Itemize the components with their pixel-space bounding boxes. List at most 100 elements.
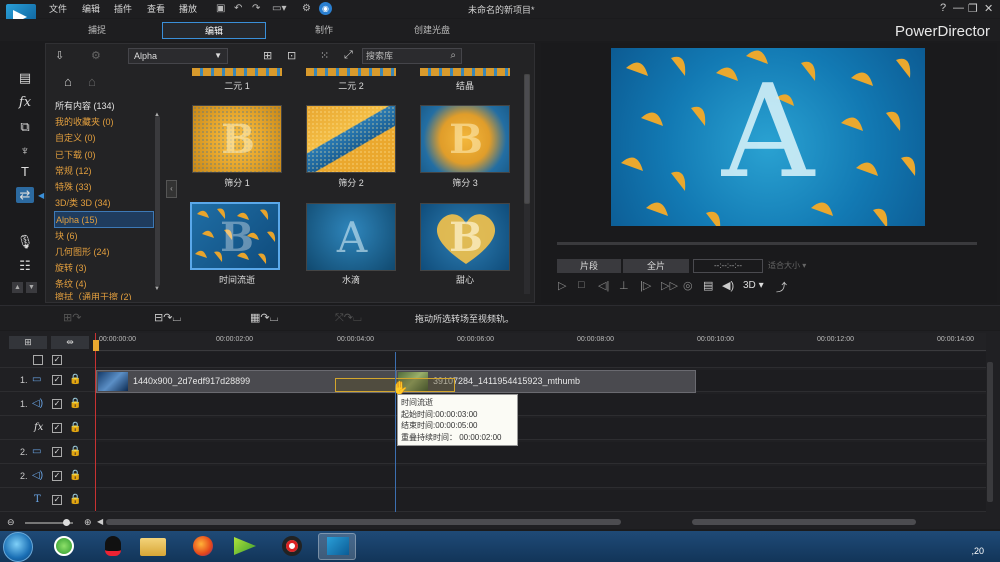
add-tag-icon[interactable]: ⌂ [64, 74, 72, 89]
category-item[interactable]: 我的收藏夹 (0) [54, 114, 154, 130]
clip-mode-button[interactable]: 片段 [557, 259, 621, 273]
stop-icon[interactable]: □ [578, 279, 585, 291]
transition-thumb-partial[interactable] [420, 68, 510, 76]
scrollbar-thumb[interactable] [524, 74, 530, 204]
prev-frame-icon[interactable]: ◁| [598, 279, 609, 292]
collapse-panel-button[interactable]: ‹ [166, 180, 177, 198]
timeline-vertical-scrollbar[interactable] [987, 362, 993, 502]
search-input[interactable]: 搜索库 ⌕ [362, 48, 462, 64]
menu-edit[interactable]: 编辑 [82, 2, 100, 15]
tab-produce[interactable]: 制作 [272, 22, 376, 39]
apply-all-icon[interactable]: ⊟↷⌴ [154, 311, 181, 325]
transition-room-icon[interactable]: ⇄ [16, 187, 34, 203]
category-item[interactable]: 擦拭（通用于擦 (2) [54, 292, 154, 300]
preview-seek-bar[interactable] [557, 242, 977, 245]
title-track[interactable] [96, 490, 986, 512]
transition-thumb-partial[interactable] [306, 68, 396, 76]
play-icon[interactable]: ▷ [558, 279, 566, 292]
expand-icon[interactable]: ⤢ [344, 49, 353, 62]
fit-timeline-button[interactable]: ⇹ [51, 336, 89, 349]
scroll-up-icon[interactable]: ▲ [12, 282, 23, 293]
menu-file[interactable]: 文件 [49, 2, 67, 15]
playhead[interactable] [95, 333, 96, 511]
master-checkbox[interactable] [33, 355, 43, 365]
fx-track[interactable] [96, 418, 986, 440]
transition-thumb-partial[interactable] [192, 68, 282, 76]
track-enable-checkbox[interactable]: ✓ [52, 495, 62, 505]
lock-icon[interactable]: 🔒 [69, 422, 81, 433]
audio-track-1[interactable] [96, 394, 986, 416]
import-icon[interactable]: ⇩ [55, 49, 64, 62]
undo-icon[interactable]: ↶ [234, 3, 242, 14]
next-frame-icon[interactable]: |▷ [640, 279, 651, 292]
maximize-button[interactable]: ❐ [968, 2, 978, 15]
menu-view[interactable]: 查看 [147, 2, 165, 15]
zoom-in-icon[interactable]: ⊕ [84, 517, 92, 528]
lock-icon[interactable]: 🔒 [69, 494, 81, 505]
zoom-slider-handle[interactable] [63, 519, 70, 526]
lock-icon[interactable]: 🔒 [69, 446, 81, 457]
taskbar-app-explorer-icon[interactable] [134, 533, 172, 560]
tab-edit[interactable]: 编辑 [162, 22, 266, 39]
scroll-down-icon[interactable]: ▼ [26, 282, 37, 293]
category-item[interactable]: 自定义 (0) [54, 130, 154, 146]
timecode-field[interactable]: --:--:--:-- [693, 259, 763, 273]
transition-thumb-sieve-2[interactable] [306, 105, 396, 173]
aspect-ratio-icon[interactable]: ▭▾ [272, 3, 286, 14]
video-track-2[interactable] [96, 442, 986, 464]
scroll-down-arrow-icon[interactable]: ▼ [154, 286, 160, 292]
library-scrollbar[interactable] [524, 74, 530, 294]
split-icon[interactable]: ⊥ [619, 279, 629, 292]
track-enable-checkbox[interactable]: ✓ [52, 399, 62, 409]
minimize-button[interactable]: — [953, 2, 964, 14]
transition-thumb-time-lapse[interactable]: B [190, 202, 280, 270]
help-button[interactable]: ? [940, 2, 946, 14]
taskbar-app-firefox-icon[interactable] [184, 533, 222, 560]
menu-plugins[interactable]: 插件 [114, 2, 132, 15]
category-dropdown[interactable]: Alpha ▼ [128, 48, 228, 64]
track-enable-checkbox[interactable]: ✓ [52, 447, 62, 457]
search-icon[interactable]: ⌕ [450, 49, 456, 63]
pip-room-icon[interactable]: ⧉ [16, 119, 34, 135]
scroll-up-arrow-icon[interactable]: ▲ [154, 112, 160, 118]
redo-icon[interactable]: ↷ [252, 3, 260, 14]
category-item[interactable]: 已下载 (0) [54, 147, 154, 163]
track-enable-checkbox[interactable]: ✓ [52, 471, 62, 481]
new-file-icon[interactable]: ⊞ [263, 49, 272, 62]
account-icon[interactable]: ◉ [319, 2, 332, 15]
start-button-icon[interactable] [3, 532, 33, 562]
zoom-out-icon[interactable]: ⊖ [7, 517, 15, 528]
undock-icon[interactable]: ⤴ [776, 279, 787, 295]
category-item[interactable]: 条纹 (4) [54, 276, 154, 292]
taskbar-app-powerdirector-icon[interactable] [318, 533, 356, 560]
zoom-fit-select[interactable]: 适合大小 ▾ [768, 259, 824, 273]
category-item[interactable]: 块 (6) [54, 228, 154, 244]
movie-mode-button[interactable]: 全片 [623, 259, 689, 273]
voice-record-icon[interactable]: 🎙 [16, 234, 34, 250]
category-item[interactable]: 旋转 (3) [54, 260, 154, 276]
category-scrollbar[interactable] [155, 116, 160, 286]
lock-icon[interactable]: 🔒 [69, 398, 81, 409]
menu-play[interactable]: 播放 [179, 2, 197, 15]
edit-file-icon[interactable]: ⊡ [287, 49, 296, 62]
save-icon[interactable]: ▣ [216, 3, 225, 14]
chapter-room-icon[interactable]: ☷ [16, 258, 34, 274]
grid-view-icon[interactable]: ⁙ [320, 49, 329, 62]
taskbar-app-record-icon[interactable] [273, 533, 311, 560]
snapshot-icon[interactable]: ◎ [683, 279, 693, 292]
category-item[interactable]: 几何图形 (24) [54, 244, 154, 260]
tab-create-disc[interactable]: 创建光盘 [380, 22, 484, 39]
volume-icon[interactable]: ◀) [722, 279, 734, 292]
particle-room-icon[interactable]: ♆ [16, 143, 34, 159]
taskbar-app-360-icon[interactable] [45, 533, 83, 560]
3d-mode-toggle[interactable]: 3D ▾ [743, 280, 764, 291]
category-item[interactable]: 常规 (12) [54, 163, 154, 179]
transition-thumb-sieve-3[interactable]: B [420, 105, 510, 173]
master-enable-checkbox[interactable]: ✓ [52, 355, 62, 365]
title-room-icon[interactable]: T [16, 164, 34, 180]
timeline-horizontal-scrollbar-2[interactable] [692, 519, 916, 525]
close-button[interactable]: ✕ [984, 2, 993, 15]
audio-track-2[interactable] [96, 466, 986, 488]
subtitle-icon[interactable]: ▤ [703, 279, 713, 292]
taskbar-app-qq-icon[interactable] [94, 533, 132, 560]
